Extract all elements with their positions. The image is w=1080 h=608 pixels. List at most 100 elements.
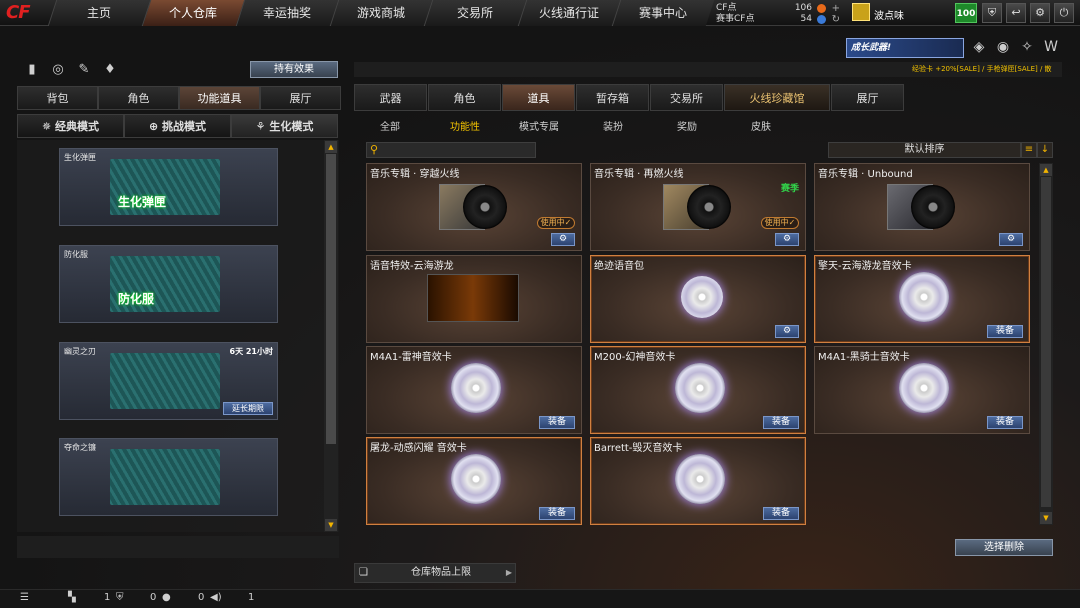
tab-items[interactable]: 道具 (502, 84, 575, 111)
mode-challenge[interactable]: ⊕ 挑战模式 (124, 114, 231, 138)
chat-icon[interactable]: ● (162, 592, 171, 603)
item-card[interactable]: 绝迹语音包 ⚙ (590, 255, 806, 343)
nav-tab-events[interactable]: 赛事中心 (611, 0, 715, 26)
subtab-mode-exclusive[interactable]: 模式专属 (519, 118, 559, 133)
sort-direction-icon[interactable]: ↓ (1037, 142, 1053, 158)
refresh-icon[interactable]: ↻ (832, 14, 840, 25)
item-card[interactable]: M4A1-雷神音效卡 装备 (366, 346, 582, 434)
subtab-all[interactable]: 全部 (380, 118, 400, 133)
list-item[interactable]: 生化弹匣 生化弹匣 (59, 148, 278, 226)
owned-effects-button[interactable]: 持有效果 (250, 61, 338, 78)
list-item[interactable]: 防化服 防化服 (59, 245, 278, 323)
shield-badge-icon[interactable]: ◈ (970, 38, 988, 56)
scroll-down-icon[interactable]: ▼ (1040, 512, 1052, 524)
tab-character[interactable]: 角色 (428, 84, 501, 111)
item-card[interactable]: 语音特效-云海游龙 (366, 255, 582, 343)
sort-dropdown[interactable]: 默认排序 (828, 142, 1021, 158)
power-button-icon[interactable]: ⏻ (1054, 3, 1074, 23)
tab-showroom[interactable]: 展厅 (831, 84, 904, 111)
scroll-down-icon[interactable]: ▼ (325, 519, 337, 531)
left-scrollbar[interactable]: ▲ ▼ (324, 140, 338, 532)
item-card[interactable]: 音乐专辑 · 穿越火线 使用中✓ ⚙ (366, 163, 582, 251)
extend-button[interactable]: 延长期限 (223, 402, 273, 415)
nav-tab-shop[interactable]: 游戏商城 (329, 0, 433, 26)
item-card[interactable]: 屠龙-动感闪耀 音效卡 装备 (366, 437, 582, 525)
globe-icon[interactable]: ◉ (994, 38, 1012, 56)
list-item[interactable]: 幽灵之刃 6天 21小时 延长期限 (59, 342, 278, 420)
cf-coin-icon (817, 4, 826, 13)
gem-icon[interactable]: ✧ (1018, 38, 1036, 56)
subtab-rewards[interactable]: 奖励 (677, 118, 697, 133)
gear-icon[interactable]: ⚙ (775, 325, 799, 338)
left-item-list: 生化弹匣 生化弹匣 防化服 防化服 幽灵之刃 6天 21小时 延长期限 夺命之镰 (17, 140, 339, 532)
list-item[interactable]: 夺命之镰 (59, 438, 278, 516)
shield-button-icon[interactable]: ⛨ (982, 3, 1002, 23)
gear-icon[interactable]: ⚙ (775, 233, 799, 246)
left-tab-character[interactable]: 角色 (98, 86, 179, 110)
guard-icon[interactable]: ⛨ (116, 592, 124, 603)
item-card[interactable]: 音乐专辑 · 再燃火线 赛季 使用中✓ ⚙ (590, 163, 806, 251)
equip-button[interactable]: 装备 (539, 416, 575, 429)
storage-limit-button[interactable]: ❏ 仓库物品上限 ▶ (354, 563, 516, 583)
speaker-icon[interactable]: ◀) (210, 592, 222, 603)
item-card[interactable]: M4A1-黑骑士音效卡 装备 (814, 346, 1030, 434)
grid-scrollbar[interactable]: ▲ ▼ (1039, 163, 1053, 525)
team-icon[interactable]: ▚ (68, 592, 76, 603)
gear-icon[interactable]: ⚙ (999, 233, 1023, 246)
spray-icon[interactable]: ✎ (74, 62, 94, 78)
tab-weapons[interactable]: 武器 (354, 84, 427, 111)
gear-icon[interactable]: ⚙ (551, 233, 575, 246)
left-tab-function-items[interactable]: 功能道具 (179, 86, 260, 110)
settings-gear-icon[interactable]: ⚙ (1030, 3, 1050, 23)
event-cf-label: 赛事CF点 (716, 14, 755, 24)
subtab-skins[interactable]: 皮肤 (751, 118, 771, 133)
subtab-functional[interactable]: 功能性 (450, 118, 480, 133)
equip-button[interactable]: 装备 (987, 325, 1023, 338)
list-view-icon[interactable]: ≡ (1021, 142, 1037, 158)
tab-exchange[interactable]: 交易所 (650, 84, 723, 111)
search-input[interactable]: ⚲ (366, 142, 536, 158)
nav-tab-lottery[interactable]: 幸运抽奖 (235, 0, 339, 26)
item-card[interactable]: 音乐专辑 · Unbound ⚙ (814, 163, 1030, 251)
nav-tab-pass[interactable]: 火线通行证 (517, 0, 621, 26)
item-card[interactable]: M200-幻神音效卡 装备 (590, 346, 806, 434)
scroll-thumb[interactable] (1041, 177, 1051, 507)
stats-icon[interactable]: ▮ (22, 62, 42, 78)
mode-zombie[interactable]: ⚘ 生化模式 (231, 114, 338, 138)
return-button-icon[interactable]: ↩ (1006, 3, 1026, 23)
sound-card-disc-icon (899, 272, 949, 322)
username: 波点味 (874, 11, 904, 22)
item-image (110, 353, 220, 409)
select-delete-button[interactable]: 选择删除 (955, 539, 1053, 556)
scroll-up-icon[interactable]: ▲ (325, 141, 337, 153)
growth-weapon-banner[interactable]: 成长武器! (846, 38, 964, 58)
left-icon-row: ▮ ◎ ✎ ♦ (22, 62, 120, 78)
item-grid: 音乐专辑 · 穿越火线 使用中✓ ⚙ 音乐专辑 · 再燃火线 赛季 使用中✓ ⚙… (366, 163, 1034, 525)
tab-storage[interactable]: 暂存箱 (576, 84, 649, 111)
equip-button[interactable]: 装备 (763, 507, 799, 520)
scroll-thumb[interactable] (326, 154, 336, 444)
subtab-outfit[interactable]: 装扮 (603, 118, 623, 133)
equip-button[interactable]: 装备 (539, 507, 575, 520)
sale-ticker: 经验卡 +20%[SALE] / 手枪弹匣[SALE] / 散 (912, 65, 1052, 73)
equip-button[interactable]: 装备 (763, 416, 799, 429)
cf-label: CF点 (716, 3, 737, 13)
menu-icon[interactable]: ☰ (20, 592, 29, 603)
nav-tab-home[interactable]: 主页 (47, 0, 151, 26)
left-tab-showroom[interactable]: 展厅 (260, 86, 341, 110)
equip-button[interactable]: 装备 (987, 416, 1023, 429)
scroll-up-icon[interactable]: ▲ (1040, 164, 1052, 176)
status-bar: ☰ ▚ 1 ⛨ 0 ● 0 ◀) 1 (0, 589, 1080, 608)
left-tab-backpack[interactable]: 背包 (17, 86, 98, 110)
in-use-badge: 使用中✓ (537, 217, 575, 229)
bag-icon[interactable]: ♦ (100, 62, 120, 78)
wings-icon[interactable]: W (1042, 38, 1060, 56)
add-cf-icon[interactable]: + (832, 3, 840, 14)
nav-tab-exchange[interactable]: 交易所 (423, 0, 527, 26)
cycle-icon[interactable]: ◎ (48, 62, 68, 78)
nav-tab-inventory[interactable]: 个人仓库 (141, 0, 245, 26)
tab-collection[interactable]: 火线珍藏馆 (724, 84, 830, 111)
mode-classic[interactable]: ✵ 经典模式 (17, 114, 124, 138)
item-card[interactable]: 擎天-云海游龙音效卡 装备 (814, 255, 1030, 343)
item-card[interactable]: Barrett-毁灭音效卡 装备 (590, 437, 806, 525)
